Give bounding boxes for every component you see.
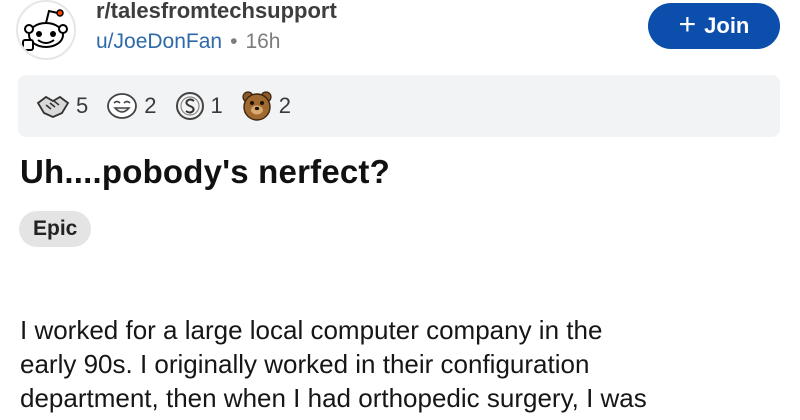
silver-coin-award-icon: [175, 92, 204, 120]
post-body: I worked for a large local computer comp…: [20, 313, 790, 415]
plus-icon: +: [678, 8, 697, 41]
subreddit-name[interactable]: r/talesfromtechsupport: [96, 0, 337, 24]
awards-bar[interactable]: 5 2 1 2: [18, 75, 780, 137]
post-flair[interactable]: Epic: [19, 211, 92, 247]
bear-award-icon: [242, 91, 272, 121]
laughing-face-award-icon: [107, 93, 138, 119]
post-body-line: I worked for a large local computer comp…: [20, 315, 603, 345]
subreddit-avatar[interactable]: [16, 0, 76, 60]
post-title[interactable]: Uh....pobody's nerfect?: [20, 152, 390, 192]
award-handshake[interactable]: 5: [36, 91, 88, 121]
author-username[interactable]: u/JoeDonFan: [96, 30, 222, 53]
award-laughing-face[interactable]: 2: [106, 91, 157, 121]
post-body-line: early 90s. I originally worked in their …: [20, 349, 590, 379]
award-silver[interactable]: 1: [175, 91, 223, 121]
meta-separator: •: [230, 30, 238, 53]
award-count: 5: [76, 93, 89, 118]
join-label: Join: [704, 13, 750, 38]
post-body-line: department, then when I had orthopedic s…: [20, 383, 647, 413]
snoo-icon: [22, 9, 68, 51]
handshake-award-icon: [36, 95, 70, 118]
post-meta: r/talesfromtechsupport u/JoeDonFan • 16h: [96, 0, 337, 54]
award-count: 1: [210, 93, 223, 118]
award-bear[interactable]: 2: [241, 90, 291, 122]
author-line: u/JoeDonFan • 16h: [96, 30, 337, 54]
award-count: 2: [278, 93, 291, 118]
post-age: 16h: [245, 30, 281, 53]
join-button[interactable]: + Join: [648, 3, 780, 49]
award-count: 2: [144, 93, 157, 118]
